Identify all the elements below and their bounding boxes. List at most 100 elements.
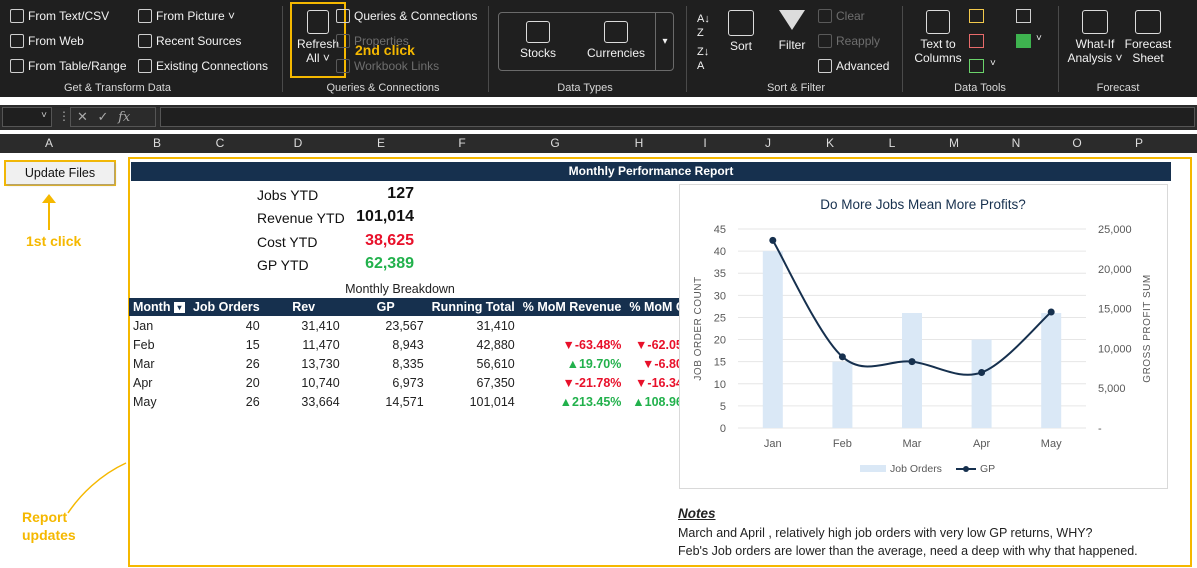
bar-job-orders xyxy=(902,313,922,428)
table-cell[interactable]: 26 xyxy=(189,354,264,373)
column-header-d[interactable]: D xyxy=(283,136,313,150)
table-cell[interactable]: 13,730 xyxy=(264,354,344,373)
sort-za-icon[interactable]: Z↓ A xyxy=(697,45,709,73)
col-header-rev[interactable]: Rev xyxy=(263,298,344,316)
group-label-forecast: Forecast xyxy=(1096,82,1140,94)
table-cell[interactable]: ▲19.70% xyxy=(519,354,626,373)
chevron-down-icon[interactable]: ˅ xyxy=(1036,33,1042,44)
chevron-down-icon[interactable]: ˅ xyxy=(990,58,996,69)
gallery-expand-icon[interactable]: ▾ xyxy=(655,13,674,70)
remove-duplicates-icon[interactable] xyxy=(969,34,984,48)
table-cell[interactable]: 26 xyxy=(189,392,264,411)
table-cell[interactable]: 8,335 xyxy=(344,354,428,373)
queries-icon xyxy=(336,9,350,23)
name-box[interactable]: ˅ xyxy=(2,107,52,127)
column-header-g[interactable]: G xyxy=(540,136,570,150)
table-cell[interactable]: 11,470 xyxy=(264,335,344,354)
table-cell[interactable]: 33,664 xyxy=(264,392,344,411)
col-header-job-orders[interactable]: Job Orders xyxy=(188,298,264,316)
column-header-a[interactable]: A xyxy=(34,136,64,150)
table-cell[interactable]: 42,880 xyxy=(428,335,519,354)
table-cell[interactable]: 31,410 xyxy=(264,316,344,335)
formula-input[interactable] xyxy=(160,107,1195,127)
more-options-icon[interactable]: ⋮ xyxy=(58,109,70,123)
insert-function-icon[interactable]: fx xyxy=(118,110,130,125)
second-click-annotation: 2nd click xyxy=(355,42,415,58)
table-cell[interactable]: 23,567 xyxy=(344,316,428,335)
workbook-links-button[interactable]: Workbook Links xyxy=(336,59,439,73)
table-cell[interactable]: 56,610 xyxy=(428,354,519,373)
y-axis-title: JOB ORDER COUNT xyxy=(693,276,704,380)
table-cell[interactable] xyxy=(519,316,626,335)
column-header-p[interactable]: P xyxy=(1124,136,1154,150)
currencies-button[interactable]: Currencies xyxy=(583,21,649,60)
group-label-data-tools: Data Tools xyxy=(954,82,1006,94)
table-cell[interactable]: ▼-21.78% xyxy=(519,373,626,392)
reapply-button[interactable]: Reapply xyxy=(818,34,880,48)
col-header-mom-revenue[interactable]: % MoM Revenue xyxy=(518,298,626,316)
column-header-c[interactable]: C xyxy=(205,136,235,150)
from-text-csv-button[interactable]: From Text/CSV xyxy=(10,9,109,23)
data-validation-icon[interactable] xyxy=(969,59,984,73)
column-header-i[interactable]: I xyxy=(690,136,720,150)
column-header-k[interactable]: K xyxy=(815,136,845,150)
column-header-j[interactable]: J xyxy=(753,136,783,150)
from-table-range-button[interactable]: From Table/Range xyxy=(10,59,127,73)
column-header-h[interactable]: H xyxy=(624,136,654,150)
data-model-icon[interactable] xyxy=(1016,34,1031,48)
from-picture-button[interactable]: From Picture ˅ xyxy=(138,9,235,23)
filter-button[interactable]: Filter xyxy=(774,10,810,52)
sort-button[interactable]: Sort xyxy=(725,10,757,53)
recent-sources-button[interactable]: Recent Sources xyxy=(138,34,241,48)
table-cell[interactable]: 101,014 xyxy=(428,392,519,411)
forecast-sheet-button[interactable]: Forecast Sheet xyxy=(1124,10,1172,65)
column-header-e[interactable]: E xyxy=(366,136,396,150)
update-files-button[interactable]: Update Files xyxy=(6,162,114,184)
stocks-button[interactable]: Stocks xyxy=(513,21,563,60)
text-to-columns-button[interactable]: Text to Columns xyxy=(912,10,964,65)
table-cell[interactable]: ▼-63.48% xyxy=(519,335,626,354)
filter-dropdown-icon[interactable]: ▾ xyxy=(173,302,185,314)
cancel-icon[interactable]: ✕ xyxy=(77,109,88,124)
col-header-month[interactable]: Month ▾ xyxy=(129,298,189,316)
column-header-f[interactable]: F xyxy=(447,136,477,150)
table-cell[interactable]: 10,740 xyxy=(264,373,344,392)
table-cell[interactable]: 8,943 xyxy=(344,335,428,354)
table-cell[interactable]: 6,973 xyxy=(344,373,428,392)
column-header-b[interactable]: B xyxy=(142,136,172,150)
advanced-button[interactable]: Advanced xyxy=(818,59,889,73)
queries-connections-button[interactable]: Queries & Connections xyxy=(336,9,477,23)
ribbon-separator xyxy=(686,6,687,92)
what-if-analysis-button[interactable]: What-If Analysis ˅ xyxy=(1066,10,1124,65)
column-header-m[interactable]: M xyxy=(939,136,969,150)
table-cell[interactable]: Apr xyxy=(129,373,189,392)
table-cell[interactable]: 40 xyxy=(189,316,264,335)
table-cell[interactable]: 20 xyxy=(189,373,264,392)
table-cell[interactable]: ▲213.45% xyxy=(519,392,626,411)
advanced-filter-icon xyxy=(818,59,832,73)
column-header-o[interactable]: O xyxy=(1062,136,1092,150)
existing-connections-button[interactable]: Existing Connections xyxy=(138,59,268,73)
table-cell[interactable]: Jan xyxy=(129,316,189,335)
col-header-running-total[interactable]: Running Total xyxy=(427,298,519,316)
column-header-n[interactable]: N xyxy=(1001,136,1031,150)
table-cell[interactable]: 31,410 xyxy=(428,316,519,335)
sort-az-icon[interactable]: A↓ Z xyxy=(697,12,710,40)
enter-icon[interactable]: ✓ xyxy=(98,109,109,124)
from-web-button[interactable]: From Web xyxy=(10,34,84,48)
table-cell[interactable]: 67,350 xyxy=(428,373,519,392)
table-cell[interactable]: 14,571 xyxy=(344,392,428,411)
column-header-l[interactable]: L xyxy=(877,136,907,150)
table-cell[interactable]: May xyxy=(129,392,189,411)
table-row: Jan 40 31,410 23,567 31,410 xyxy=(129,316,698,335)
table-cell[interactable]: Feb xyxy=(129,335,189,354)
kpi-label-revenue: Revenue YTD xyxy=(257,210,345,226)
table-cell[interactable]: 15 xyxy=(189,335,264,354)
consolidate-icon[interactable] xyxy=(1016,9,1031,23)
col-header-gp[interactable]: GP xyxy=(343,298,428,316)
flash-fill-icon[interactable] xyxy=(969,9,984,23)
table-cell[interactable]: Mar xyxy=(129,354,189,373)
chart-container[interactable]: Do More Jobs Mean More Profits? 0 5 10 15 20 2… xyxy=(679,184,1168,489)
ribbon-separator xyxy=(282,6,283,92)
clear-button[interactable]: Clear xyxy=(818,9,865,23)
